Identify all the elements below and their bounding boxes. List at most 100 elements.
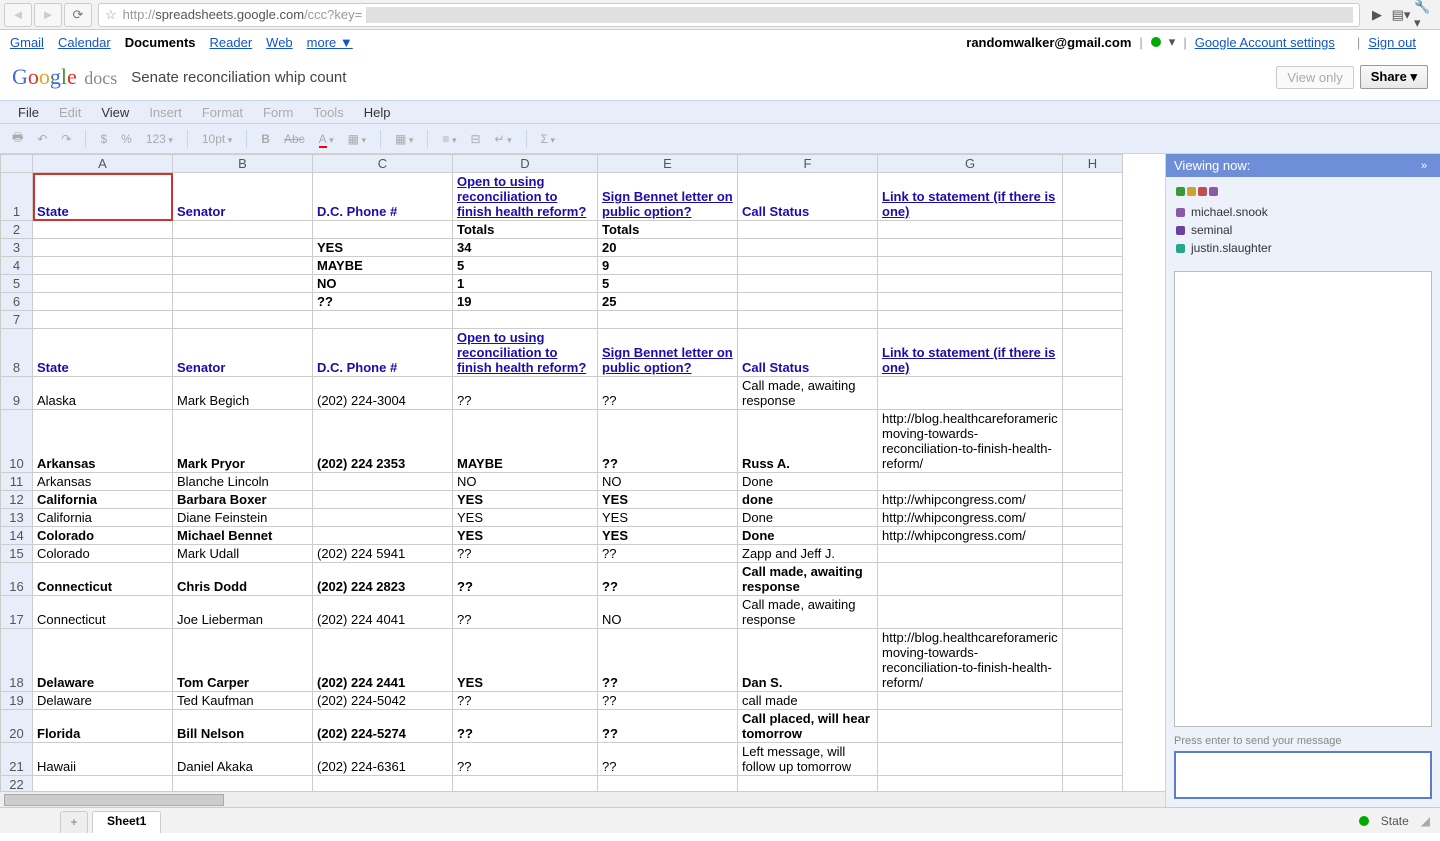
currency-button[interactable]: $ — [96, 130, 111, 148]
cell[interactable]: http://whipcongress.com/ — [878, 491, 1063, 509]
cell[interactable]: ?? — [453, 545, 598, 563]
cell[interactable]: ?? — [598, 410, 738, 473]
cell[interactable]: done — [738, 491, 878, 509]
cell[interactable]: ?? — [453, 596, 598, 629]
cell[interactable] — [173, 293, 313, 311]
cell[interactable]: Open to using reconciliation to finish h… — [453, 173, 598, 221]
cell[interactable]: Daniel Akaka — [173, 743, 313, 776]
cell[interactable]: Delaware — [33, 629, 173, 692]
reload-button[interactable]: ⟳ — [64, 3, 92, 27]
cell[interactable]: Totals — [598, 221, 738, 239]
back-button[interactable]: ◄ — [4, 3, 32, 27]
cell[interactable]: ?? — [598, 692, 738, 710]
google-link-documents[interactable]: Documents — [125, 35, 196, 50]
cell[interactable]: http://blog.healthcareforameric moving-t… — [878, 410, 1063, 473]
cell[interactable] — [1063, 509, 1123, 527]
play-button[interactable]: ▶ — [1366, 4, 1388, 26]
cell[interactable]: (202) 224 4041 — [313, 596, 453, 629]
align-button[interactable]: ≡ — [438, 130, 460, 148]
cell[interactable] — [738, 221, 878, 239]
cell[interactable] — [453, 311, 598, 329]
cell[interactable]: Florida — [33, 710, 173, 743]
google-link-web[interactable]: Web — [266, 35, 293, 50]
cell[interactable]: (202) 224 2353 — [313, 410, 453, 473]
row-header[interactable]: 20 — [1, 710, 33, 743]
cell[interactable]: 19 — [453, 293, 598, 311]
cell[interactable] — [738, 239, 878, 257]
cell[interactable]: http://whipcongress.com/ — [878, 509, 1063, 527]
cell[interactable] — [1063, 596, 1123, 629]
cell[interactable]: Call placed, will hear tomorrow — [738, 710, 878, 743]
cell[interactable]: Call made, awaiting response — [738, 563, 878, 596]
row-header[interactable]: 10 — [1, 410, 33, 473]
cell[interactable] — [878, 692, 1063, 710]
row-header[interactable]: 11 — [1, 473, 33, 491]
cell[interactable]: ?? — [598, 563, 738, 596]
cell[interactable]: ?? — [453, 563, 598, 596]
cell[interactable]: YES — [453, 629, 598, 692]
cell[interactable]: NO — [598, 596, 738, 629]
cell[interactable]: 34 — [453, 239, 598, 257]
cell[interactable]: YES — [598, 509, 738, 527]
cell[interactable]: Chris Dodd — [173, 563, 313, 596]
cell[interactable] — [878, 239, 1063, 257]
cell[interactable] — [1063, 473, 1123, 491]
cell[interactable]: Open to using reconciliation to finish h… — [453, 329, 598, 377]
page-menu-button[interactable]: ▤▾ — [1390, 4, 1412, 26]
cell[interactable] — [1063, 776, 1123, 792]
cell[interactable] — [173, 275, 313, 293]
row-header[interactable]: 15 — [1, 545, 33, 563]
cell[interactable] — [1063, 545, 1123, 563]
cell[interactable] — [33, 275, 173, 293]
row-header[interactable]: 4 — [1, 257, 33, 275]
cell[interactable] — [738, 257, 878, 275]
resize-grip-icon[interactable]: ◢ — [1421, 814, 1430, 828]
cell[interactable]: NO — [313, 275, 453, 293]
cell[interactable]: ?? — [453, 377, 598, 410]
cell[interactable] — [878, 776, 1063, 792]
cell[interactable] — [33, 776, 173, 792]
cell[interactable]: State — [33, 173, 173, 221]
cell[interactable] — [1063, 311, 1123, 329]
cell[interactable]: ?? — [598, 629, 738, 692]
cell[interactable]: Alaska — [33, 377, 173, 410]
row-header[interactable]: 2 — [1, 221, 33, 239]
cell[interactable] — [313, 776, 453, 792]
cell[interactable]: Mark Pryor — [173, 410, 313, 473]
add-sheet-button[interactable]: + — [60, 811, 88, 833]
cell[interactable] — [738, 293, 878, 311]
row-header[interactable]: 8 — [1, 329, 33, 377]
cell[interactable] — [738, 311, 878, 329]
cell[interactable]: Sign Bennet letter on public option? — [598, 173, 738, 221]
cell[interactable] — [878, 275, 1063, 293]
collapse-panel-icon[interactable]: » — [1416, 160, 1432, 172]
cell[interactable] — [878, 377, 1063, 410]
cell[interactable] — [878, 710, 1063, 743]
cell[interactable]: 9 — [598, 257, 738, 275]
wrench-button[interactable]: 🔧▾ — [1414, 4, 1436, 26]
cell[interactable]: YES — [453, 509, 598, 527]
cell[interactable]: Call made, awaiting response — [738, 377, 878, 410]
google-link-reader[interactable]: Reader — [210, 35, 253, 50]
cell[interactable]: ?? — [598, 545, 738, 563]
cell[interactable] — [1063, 527, 1123, 545]
cell[interactable]: (202) 224-5274 — [313, 710, 453, 743]
cell[interactable] — [598, 776, 738, 792]
row-header[interactable]: 5 — [1, 275, 33, 293]
cell[interactable] — [1063, 221, 1123, 239]
cell[interactable]: (202) 224-6361 — [313, 743, 453, 776]
cell[interactable] — [1063, 173, 1123, 221]
cell[interactable]: 5 — [453, 257, 598, 275]
cell[interactable] — [1063, 710, 1123, 743]
cell[interactable] — [878, 743, 1063, 776]
cell[interactable] — [33, 221, 173, 239]
cell[interactable] — [738, 776, 878, 792]
cell[interactable]: ?? — [598, 377, 738, 410]
cell[interactable]: ?? — [453, 743, 598, 776]
cell[interactable]: Done — [738, 473, 878, 491]
row-header[interactable]: 16 — [1, 563, 33, 596]
cell[interactable] — [33, 239, 173, 257]
cell[interactable] — [1063, 377, 1123, 410]
row-header[interactable]: 19 — [1, 692, 33, 710]
merge-button[interactable]: ⊟ — [466, 130, 484, 148]
